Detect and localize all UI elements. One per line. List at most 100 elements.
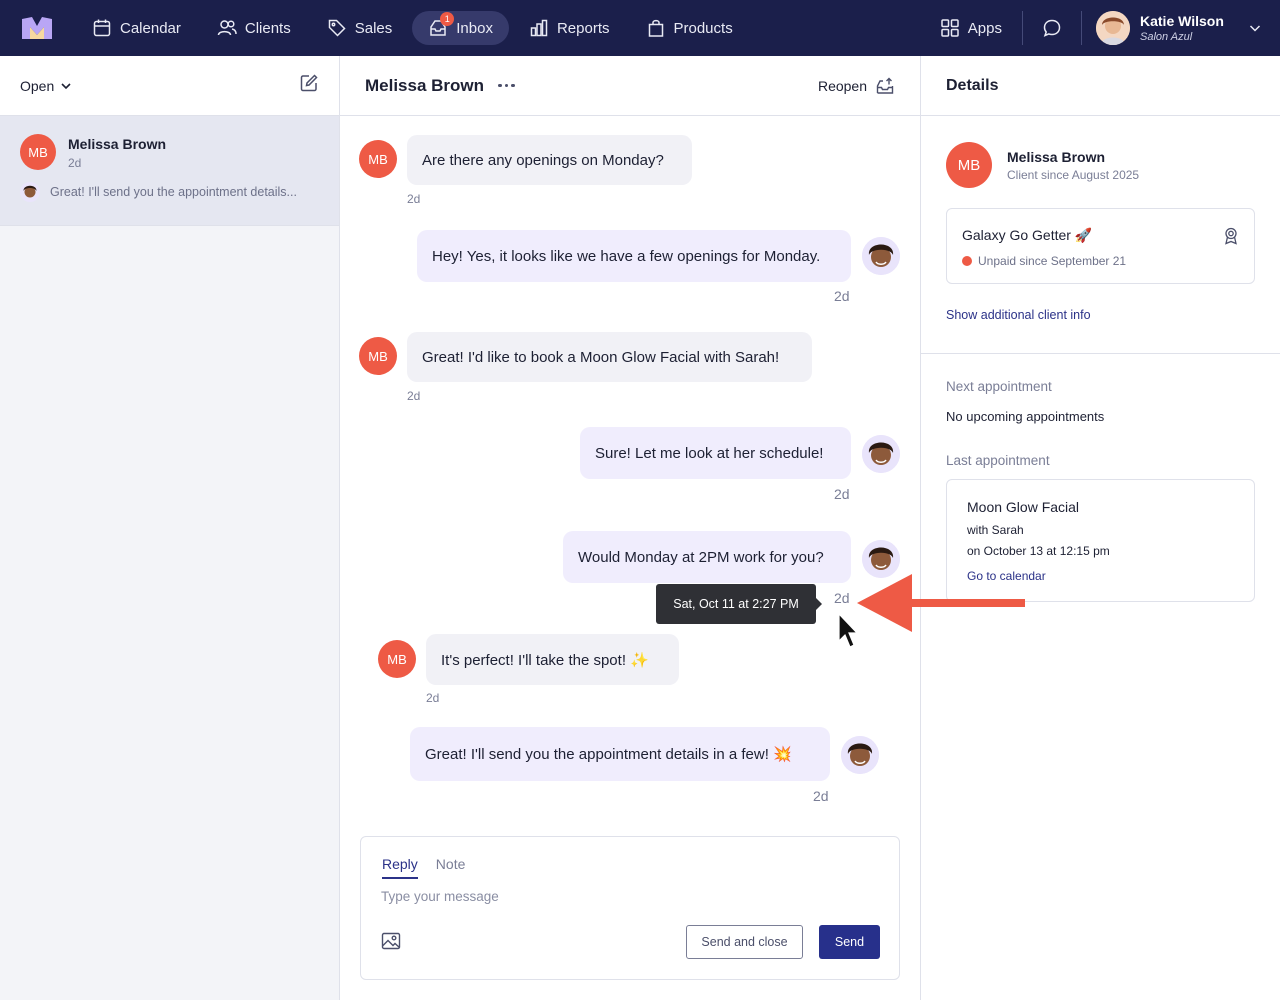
- thread-title: Melissa Brown: [365, 75, 485, 95]
- client-name[interactable]: Melissa Brown: [1007, 149, 1139, 165]
- chat-button[interactable]: [1023, 0, 1081, 56]
- show-additional-info-link[interactable]: Show additional client info: [946, 308, 1091, 322]
- user-avatar: [1096, 11, 1130, 45]
- grid-icon: [941, 19, 959, 37]
- reopen-label: Reopen: [817, 77, 867, 94]
- conversation-thread-panel: Melissa Brown Reopen MB Are there any op…: [340, 56, 921, 1000]
- message-bubble-staff: Sure! Let me look at her schedule!: [580, 427, 851, 479]
- top-navigation: Calendar Clients Sales 1 Inbox Reports P…: [0, 0, 1280, 56]
- client-avatar: MB: [946, 142, 992, 188]
- nav-item-label: Calendar: [120, 19, 181, 37]
- attach-image-button[interactable]: [381, 931, 401, 956]
- message-bubble-staff: Would Monday at 2PM work for you?: [563, 531, 851, 583]
- chevron-down-icon: [1249, 25, 1261, 32]
- nav-item-label: Inbox: [456, 19, 493, 37]
- nav-item-reports[interactable]: Reports: [513, 11, 626, 45]
- client-avatar: MB: [359, 140, 397, 178]
- tag-icon: [328, 19, 346, 37]
- staff-avatar: [862, 540, 900, 578]
- details-title: Details: [921, 56, 1280, 116]
- conversation-item[interactable]: MB Melissa Brown 2d Great! I'll send you…: [0, 116, 339, 226]
- message-time[interactable]: 2d: [834, 288, 850, 304]
- nav-item-inbox[interactable]: 1 Inbox: [412, 11, 509, 45]
- bar-chart-icon: [530, 19, 548, 37]
- staff-avatar: [841, 736, 879, 774]
- send-and-close-button[interactable]: Send and close: [686, 925, 803, 959]
- users-icon: [217, 20, 237, 36]
- next-appointment-value: No upcoming appointments: [946, 409, 1105, 424]
- nav-item-label: Sales: [354, 19, 393, 37]
- membership-status: Unpaid since September 21: [978, 254, 1127, 268]
- appointment-service: Moon Glow Facial: [967, 499, 1080, 515]
- shopping-bag-icon: [648, 19, 663, 37]
- last-appointment-card: Moon Glow Facial with Sarah on October 1…: [946, 479, 1255, 602]
- message-bubble-client: It's perfect! I'll take the spot! ✨: [426, 634, 679, 685]
- conversation-list-header: Open: [0, 56, 339, 116]
- send-button[interactable]: Send: [819, 925, 880, 959]
- nav-item-label: Apps: [967, 19, 1002, 37]
- message-bubble-client: Are there any openings on Monday?: [407, 135, 692, 185]
- section-divider: [921, 353, 1280, 354]
- inbox-reopen-icon: [876, 77, 894, 94]
- thread-header: Melissa Brown Reopen: [340, 56, 920, 116]
- inbox-badge: 1: [440, 12, 455, 26]
- next-appointment-label: Next appointment: [946, 379, 1052, 394]
- tab-reply[interactable]: Reply: [382, 856, 418, 879]
- nav-item-label: Clients: [244, 19, 291, 37]
- compose-button[interactable]: [299, 73, 319, 98]
- reply-composer: Reply Note Send and close Send: [360, 836, 900, 980]
- chat-bubble-icon: [1043, 19, 1061, 37]
- status-dot: [962, 256, 972, 266]
- client-avatar: MB: [20, 134, 56, 170]
- message-time[interactable]: 2d: [407, 389, 420, 403]
- status-filter-dropdown[interactable]: Open: [20, 78, 72, 94]
- timestamp-tooltip: Sat, Oct 11 at 2:27 PM: [656, 584, 822, 624]
- go-to-calendar-link[interactable]: Go to calendar: [967, 569, 1046, 583]
- nav-item-products[interactable]: Products: [630, 11, 749, 45]
- nav-item-apps[interactable]: Apps: [924, 11, 1018, 45]
- appointment-datetime: on October 13 at 12:15 pm: [967, 544, 1110, 558]
- chevron-down-icon: [61, 82, 71, 89]
- appointment-staff: with Sarah: [967, 523, 1024, 537]
- message-bubble-staff: Great! I'll send you the appointment det…: [410, 727, 830, 781]
- client-since: Client since August 2025: [1007, 167, 1140, 182]
- app-logo[interactable]: [22, 17, 52, 39]
- tab-note[interactable]: Note: [436, 856, 466, 879]
- user-salon: Salon Azul: [1140, 31, 1193, 43]
- membership-title: Galaxy Go Getter 🚀: [962, 227, 1093, 243]
- membership-card[interactable]: Galaxy Go Getter 🚀 Unpaid since Septembe…: [946, 208, 1255, 284]
- conversation-time: 2d: [68, 156, 82, 170]
- client-avatar: MB: [378, 640, 416, 678]
- client-avatar: MB: [359, 337, 397, 375]
- award-ribbon-icon: [1225, 227, 1237, 245]
- message-time-hovered[interactable]: 2d: [834, 590, 850, 606]
- staff-avatar: [862, 237, 900, 275]
- nav-item-clients[interactable]: Clients: [201, 11, 307, 45]
- status-filter-label: Open: [20, 77, 55, 94]
- conversation-list-panel: Open MB Melissa Brown 2d Great! I'll sen…: [0, 56, 340, 1000]
- staff-avatar: [862, 435, 900, 473]
- client-details-panel: Details MB Melissa Brown Client since Au…: [921, 56, 1280, 1000]
- nav-item-label: Products: [673, 19, 733, 37]
- last-appointment-label: Last appointment: [946, 453, 1050, 468]
- reopen-button[interactable]: Reopen: [818, 76, 895, 96]
- compose-icon: [300, 74, 318, 92]
- image-icon: [381, 932, 401, 950]
- staff-avatar: [20, 182, 40, 202]
- calendar-icon: [93, 19, 111, 37]
- nav-item-label: Reports: [556, 19, 610, 37]
- nav-item-calendar[interactable]: Calendar: [76, 11, 197, 45]
- nav-item-sales[interactable]: Sales: [311, 11, 409, 45]
- message-time[interactable]: 2d: [834, 486, 850, 502]
- message-bubble-client: Great! I'd like to book a Moon Glow Faci…: [407, 332, 812, 382]
- message-input[interactable]: [381, 889, 881, 904]
- user-name: Katie Wilson: [1140, 13, 1224, 29]
- message-time[interactable]: 2d: [426, 691, 439, 705]
- message-time[interactable]: 2d: [407, 192, 420, 206]
- user-profile-menu[interactable]: Katie Wilson Salon Azul: [1082, 0, 1280, 56]
- message-time[interactable]: 2d: [813, 788, 829, 804]
- conversation-preview: Great! I'll send you the appointment det…: [50, 185, 297, 199]
- conversation-name: Melissa Brown: [68, 136, 167, 152]
- more-options-icon[interactable]: [498, 83, 515, 88]
- message-bubble-staff: Hey! Yes, it looks like we have a few op…: [417, 230, 851, 282]
